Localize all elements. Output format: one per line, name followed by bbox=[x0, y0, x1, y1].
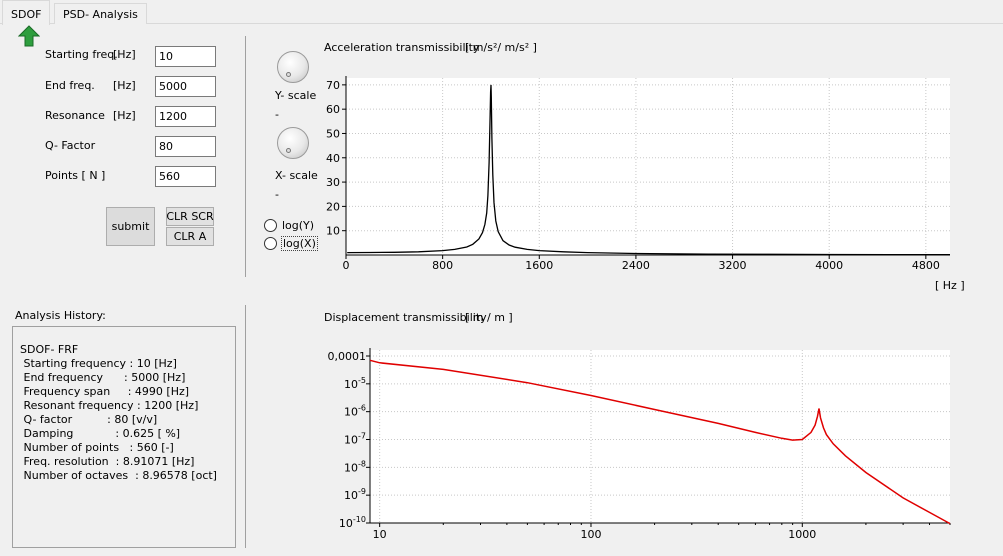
history-line: Resonant frequency : 1200 [Hz] bbox=[20, 399, 199, 412]
resonance-unit: [Hz] bbox=[113, 109, 136, 122]
disp-chart-title: Displacement transmissibility bbox=[324, 311, 487, 324]
resonance-input[interactable] bbox=[155, 106, 216, 127]
clr-a-button[interactable]: CLR A bbox=[166, 227, 214, 246]
history-line: Q- factor : 80 [v/v] bbox=[20, 413, 158, 426]
tab-bar: SDOF PSD- Analysis bbox=[0, 0, 1003, 25]
y-scale-value: - bbox=[275, 108, 279, 121]
log-y-label: log(Y) bbox=[282, 219, 315, 232]
disp-y-tick-label: 10-7 bbox=[344, 432, 366, 447]
accel-y-tick-label: 30 bbox=[326, 176, 340, 189]
start-freq-input[interactable] bbox=[155, 46, 216, 67]
accel-y-tick-label: 60 bbox=[326, 103, 340, 116]
accel-plot-area bbox=[346, 78, 950, 255]
q-factor-input[interactable] bbox=[155, 136, 216, 157]
disp-y-tick-label: 10-5 bbox=[344, 376, 366, 391]
accel-chart-unit: [ m/s²/ m/s² ] bbox=[465, 41, 537, 54]
tab-psd-analysis[interactable]: PSD- Analysis bbox=[54, 3, 147, 24]
disp-y-tick-label: 10-6 bbox=[344, 404, 366, 419]
start-freq-unit: [Hz] bbox=[113, 48, 136, 61]
green-up-arrow-icon[interactable] bbox=[18, 25, 40, 47]
end-freq-label: End freq. bbox=[45, 79, 95, 92]
accel-x-tick-label: 4000 bbox=[815, 259, 843, 272]
q-factor-label: Q- Factor bbox=[45, 139, 96, 152]
tab-sdof[interactable]: SDOF bbox=[2, 0, 51, 25]
accel-x-tick-label: 4800 bbox=[912, 259, 940, 272]
history-line: Freq. resolution : 8.91071 [Hz] bbox=[20, 455, 195, 468]
accel-y-tick-label: 10 bbox=[326, 225, 340, 238]
analysis-history-box: SDOF- FRF Starting frequency : 10 [Hz] E… bbox=[12, 326, 236, 548]
clr-scr-button[interactable]: CLR SCR bbox=[166, 207, 214, 226]
accel-chart-title: Acceleration transmissibility bbox=[324, 41, 480, 54]
history-line: Starting frequency : 10 [Hz] bbox=[20, 357, 177, 370]
vertical-separator-bottom bbox=[245, 305, 246, 548]
y-scale-label: Y- scale bbox=[275, 89, 317, 102]
accel-x-axis-label: [ Hz ] bbox=[935, 279, 965, 292]
tab-bar-line bbox=[0, 23, 1003, 24]
x-scale-knob-icon[interactable] bbox=[277, 127, 309, 159]
disp-x-tick-label: 10 bbox=[373, 528, 387, 541]
points-label: Points [ N ] bbox=[45, 169, 106, 182]
disp-series-line bbox=[369, 359, 951, 525]
disp-y-tick-label: 10-10 bbox=[339, 515, 366, 530]
accel-x-tick-label: 1600 bbox=[525, 259, 553, 272]
x-scale-label: X- scale bbox=[275, 169, 318, 182]
accel-x-tick-label: 2400 bbox=[622, 259, 650, 272]
x-scale-value: - bbox=[275, 188, 279, 201]
accel-y-tick-label: 40 bbox=[326, 152, 340, 165]
y-scale-knob-icon[interactable] bbox=[277, 51, 309, 83]
history-line: Number of octaves : 8.96578 [oct] bbox=[20, 469, 217, 482]
accel-y-tick-label: 20 bbox=[326, 200, 340, 213]
points-input[interactable] bbox=[155, 166, 216, 187]
accel-x-tick-label: 0 bbox=[343, 259, 350, 272]
log-x-radio[interactable] bbox=[264, 237, 277, 250]
end-freq-input[interactable] bbox=[155, 76, 216, 97]
history-line: Frequency span : 4990 [Hz] bbox=[20, 385, 190, 398]
history-title: Analysis History: bbox=[15, 309, 106, 322]
history-line: SDOF- FRF bbox=[20, 343, 79, 356]
accel-series-line bbox=[347, 84, 951, 256]
log-x-label: log(X) bbox=[281, 236, 318, 251]
log-y-radio[interactable] bbox=[264, 219, 277, 232]
disp-y-tick-label: 10-9 bbox=[344, 487, 366, 502]
disp-chart-unit: [ m / m ] bbox=[465, 311, 513, 324]
disp-plot-area bbox=[370, 350, 950, 523]
app-window: SDOF PSD- Analysis Starting freq. [Hz] E… bbox=[0, 0, 1003, 556]
accel-x-tick-label: 3200 bbox=[719, 259, 747, 272]
disp-y-tick-label: 10-8 bbox=[344, 459, 366, 474]
end-freq-unit: [Hz] bbox=[113, 79, 136, 92]
disp-x-tick-label: 1000 bbox=[788, 528, 816, 541]
history-line: End frequency : 5000 [Hz] bbox=[20, 371, 186, 384]
disp-x-tick-label: 100 bbox=[580, 528, 601, 541]
accel-y-tick-label: 70 bbox=[326, 79, 340, 92]
history-line: Damping : 0.625 [ %] bbox=[20, 427, 181, 440]
submit-button[interactable]: submit bbox=[106, 207, 155, 246]
vertical-separator-top bbox=[245, 36, 246, 277]
accel-y-tick-label: 50 bbox=[326, 127, 340, 140]
history-line: Number of points : 560 [-] bbox=[20, 441, 174, 454]
disp-y-tick-label: 0,0001 bbox=[328, 350, 367, 363]
resonance-label: Resonance bbox=[45, 109, 105, 122]
accel-x-tick-label: 800 bbox=[432, 259, 453, 272]
start-freq-label: Starting freq. bbox=[45, 48, 118, 61]
